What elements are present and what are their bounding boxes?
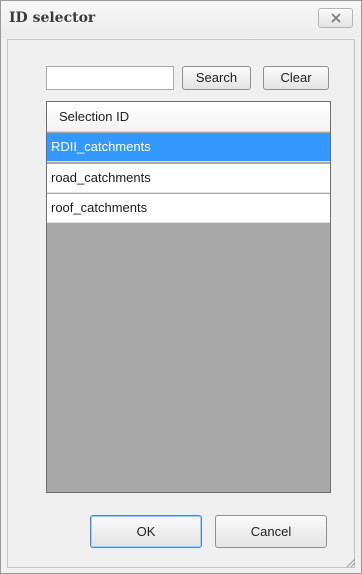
cancel-button[interactable]: Cancel xyxy=(215,515,327,548)
close-button[interactable] xyxy=(318,8,353,28)
window-title: ID selector xyxy=(9,10,96,26)
title-bar[interactable]: ID selector xyxy=(1,1,361,38)
list-item[interactable]: road_catchments xyxy=(47,164,330,193)
resize-grip-icon[interactable] xyxy=(344,556,356,568)
search-button[interactable]: Search xyxy=(182,66,251,90)
search-input[interactable] xyxy=(46,66,174,90)
list-column-header[interactable]: Selection ID xyxy=(47,102,330,132)
ok-button[interactable]: OK xyxy=(90,515,202,548)
clear-button[interactable]: Clear xyxy=(263,66,329,90)
close-icon xyxy=(331,13,341,23)
selection-id-list[interactable]: Selection ID RDII_catchments road_catchm… xyxy=(46,101,331,493)
list-item[interactable]: RDII_catchments xyxy=(47,133,330,162)
list-item[interactable]: roof_catchments xyxy=(47,194,330,223)
